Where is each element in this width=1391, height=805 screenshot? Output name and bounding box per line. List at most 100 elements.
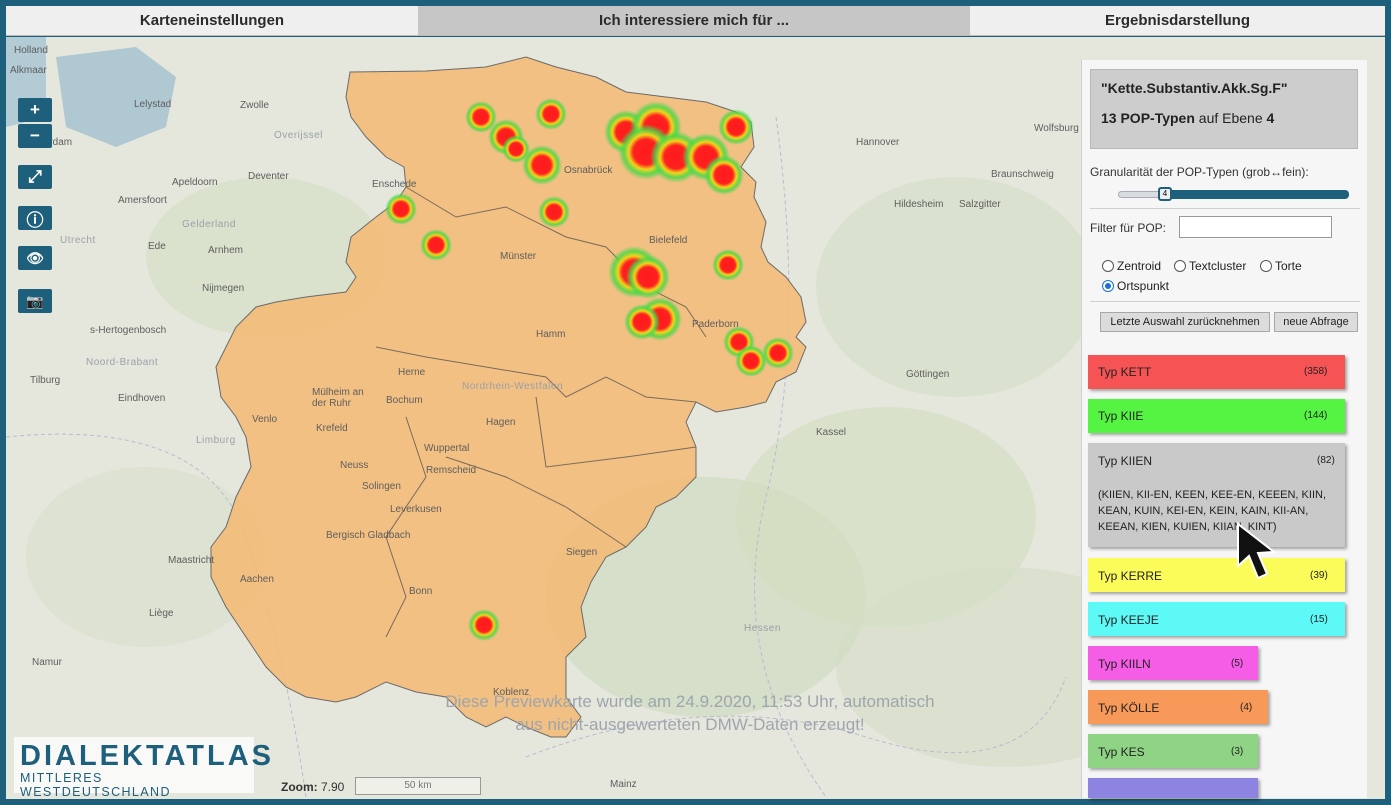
type-label: Typ KERRE [1098, 569, 1163, 583]
radio-circle[interactable] [1102, 280, 1114, 292]
type-label: Typ KIIEN [1098, 454, 1153, 468]
region-label: Limburg [196, 435, 236, 446]
filter-input[interactable] [1179, 216, 1332, 238]
type-count: (5) [1231, 658, 1244, 669]
city-label: Namur [32, 657, 63, 668]
type-variants: (KIIEN, KII-EN, KEEN, KEE-EN, KEEEN, KII… [1098, 489, 1326, 533]
city-label: Osnabrück [564, 165, 613, 176]
city-label: Tilburg [30, 375, 61, 386]
info-icon[interactable]: ⓘ [18, 206, 52, 230]
city-label: Salzgitter [959, 199, 1001, 210]
radio-torte[interactable]: Torte [1260, 259, 1302, 273]
city-label: Bochum [386, 395, 423, 406]
city-label: Apeldoorn [172, 177, 218, 188]
city-label: Maastricht [168, 555, 215, 566]
tab-interesse[interactable]: Ich interessiere mich für ... [418, 6, 970, 35]
city-label: s-Hertogenbosch [90, 325, 167, 336]
city-label: Bonn [409, 586, 433, 597]
region-label: Noord-Brabant [86, 357, 159, 368]
type-item-kiien[interactable]: Typ KIIEN (82) (KIIEN, KII-EN, KEEN, KEE… [1088, 443, 1345, 547]
city-label: Bielefeld [649, 235, 688, 246]
type-count: (39) [1310, 570, 1328, 581]
radio-zentroid[interactable]: Zentroid [1102, 259, 1161, 273]
city-label: Remscheid [426, 465, 477, 476]
fullscreen-icon[interactable]: ⤢ [18, 165, 52, 189]
zoom-out-button[interactable]: − [18, 124, 52, 148]
slider-handle[interactable]: 4 [1158, 187, 1172, 201]
divider [1090, 208, 1360, 209]
scale-bar: 50 km [355, 777, 481, 795]
type-item-partial[interactable] [1088, 778, 1258, 798]
granularity-slider[interactable]: 4 [1118, 187, 1349, 201]
type-label: Typ KIILN [1098, 657, 1151, 671]
zoom-readout: Zoom: 7.90 [281, 780, 344, 794]
city-label: Amersfoort [118, 195, 167, 206]
city-label: Liège [149, 608, 174, 619]
city-label: Hagen [486, 417, 516, 428]
city-label: Paderborn [692, 319, 739, 330]
type-item-koelle[interactable]: Typ KÖLLE (4) [1088, 690, 1268, 724]
city-label: Nijmegen [202, 283, 245, 294]
city-label: Hannover [856, 137, 900, 148]
radio-circle[interactable] [1260, 260, 1272, 272]
type-item-keeje[interactable]: Typ KEEJE (15) [1088, 602, 1345, 636]
type-label: Typ KIIE [1098, 409, 1144, 423]
city-label: Solingen [362, 481, 401, 492]
preview-line-1: Diese Previewkarte wurde am 24.9.2020, 1… [445, 692, 935, 711]
pop-count-line: 13 POP-Typen auf Ebene 4 [1101, 110, 1347, 126]
city-label: Enschede [372, 179, 417, 190]
city-label: Mülheim an der Ruhr [312, 387, 364, 409]
city-label: Krefeld [316, 423, 348, 434]
undo-button[interactable]: Letzte Auswahl zurücknehmen [1100, 312, 1270, 332]
zoom-label: Zoom: [281, 780, 318, 794]
region-label: Gelderland [182, 219, 236, 230]
region-label: Hessen [744, 623, 781, 634]
zoom-in-button[interactable]: + [18, 98, 52, 122]
type-label: Typ KEEJE [1098, 613, 1159, 627]
divider [1090, 301, 1360, 302]
type-count: (82) [1317, 455, 1335, 466]
type-item-kiiln[interactable]: Typ KIILN (5) [1088, 646, 1258, 680]
city-label: Hamm [536, 329, 566, 340]
city-label: Wuppertal [424, 443, 470, 454]
zoom-value: 7.90 [321, 780, 345, 794]
mouse-cursor-icon [1237, 522, 1277, 580]
city-label: Aachen [240, 574, 274, 585]
radio-circle[interactable] [1174, 260, 1186, 272]
city-label: Siegen [566, 547, 598, 558]
radio-ortspunkt[interactable]: Ortspunkt [1102, 279, 1169, 293]
city-label: Lelystad [134, 99, 172, 110]
filter-label: Filter für POP: [1090, 221, 1167, 235]
city-label: Hildesheim [894, 199, 944, 210]
type-label: Typ KES [1098, 745, 1145, 759]
type-item-kerre[interactable]: Typ KERRE (39) [1088, 558, 1345, 592]
radio-label: Torte [1275, 259, 1302, 273]
type-count: (358) [1304, 366, 1328, 377]
radio-circle[interactable] [1102, 260, 1114, 272]
type-count: (4) [1240, 702, 1253, 713]
type-item-kiie[interactable]: Typ KIIE (144) [1088, 399, 1345, 433]
city-label: Herne [398, 367, 426, 378]
new-query-button[interactable]: neue Abfrage [1274, 312, 1358, 332]
tab-ergebnisdarstellung[interactable]: Ergebnisdarstellung [970, 6, 1385, 35]
city-label: Neuss [340, 460, 369, 471]
city-label: Venlo [252, 414, 278, 425]
city-label: Alkmaar [10, 65, 47, 76]
type-label: Typ KETT [1098, 365, 1152, 379]
camera-icon[interactable]: 📷 [18, 289, 52, 313]
slider-track-right [1166, 190, 1349, 199]
city-label: Holland [14, 45, 48, 56]
eye-icon[interactable]: 👁 [18, 246, 52, 270]
granularity-label: Granularität der POP-Typen (grob↔fein): [1090, 165, 1309, 179]
city-label: Kassel [816, 427, 847, 438]
city-label: Bergisch Gladbach [326, 530, 411, 541]
radio-label: Textcluster [1189, 259, 1247, 273]
radio-textcluster[interactable]: Textcluster [1174, 259, 1246, 273]
preview-line-2: aus nicht-ausgewerteten DMW-Daten erzeug… [515, 715, 865, 734]
type-item-kes[interactable]: Typ KES (3) [1088, 734, 1258, 768]
type-item-kett[interactable]: Typ KETT (358) [1088, 355, 1345, 389]
tab-karteneinstellungen[interactable]: Karteneinstellungen [6, 6, 418, 35]
logo: DIALEKTATLAS MITTLERES WESTDEUTSCHLAND [14, 737, 271, 799]
city-label: Eindhoven [118, 393, 166, 404]
city-label: Braunschweig [991, 169, 1054, 180]
